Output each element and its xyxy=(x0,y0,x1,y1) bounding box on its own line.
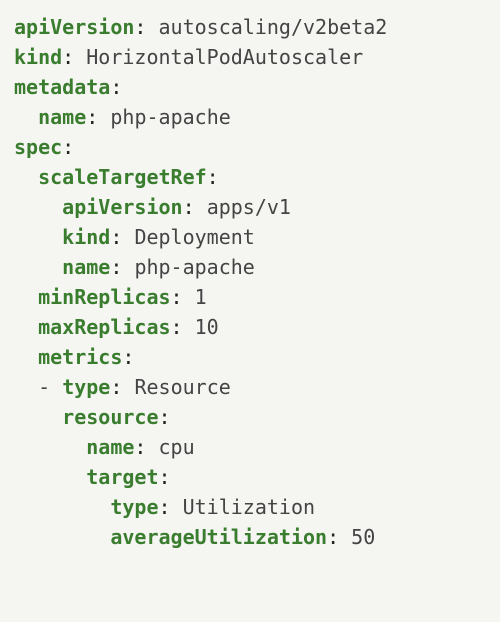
yaml-key: scaleTargetRef xyxy=(38,165,207,189)
yaml-value: cpu xyxy=(159,435,195,459)
yaml-key: type xyxy=(62,375,110,399)
yaml-key: name xyxy=(38,105,86,129)
yaml-value: php-apache xyxy=(134,255,254,279)
yaml-line: averageUtilization: 50 xyxy=(14,522,486,552)
yaml-value: Resource xyxy=(134,375,230,399)
yaml-line: target: xyxy=(14,462,486,492)
yaml-value: 10 xyxy=(195,315,219,339)
yaml-line: scaleTargetRef: xyxy=(14,162,486,192)
yaml-value: autoscaling/v2beta2 xyxy=(159,15,388,39)
yaml-key: type xyxy=(110,495,158,519)
yaml-key: name xyxy=(62,255,110,279)
yaml-line: apiVersion: autoscaling/v2beta2 xyxy=(14,12,486,42)
yaml-line: kind: HorizontalPodAutoscaler xyxy=(14,42,486,72)
yaml-value: php-apache xyxy=(110,105,230,129)
yaml-key: minReplicas xyxy=(38,285,170,309)
yaml-line: kind: Deployment xyxy=(14,222,486,252)
yaml-line: apiVersion: apps/v1 xyxy=(14,192,486,222)
yaml-dash: - xyxy=(38,375,50,399)
yaml-value: Utilization xyxy=(183,495,315,519)
yaml-line: metadata: xyxy=(14,72,486,102)
yaml-value: 1 xyxy=(195,285,207,309)
yaml-line: name: php-apache xyxy=(14,252,486,282)
yaml-value: 50 xyxy=(351,525,375,549)
yaml-code-block: apiVersion: autoscaling/v2beta2kind: Hor… xyxy=(14,12,486,552)
yaml-key: maxReplicas xyxy=(38,315,170,339)
yaml-key: metrics xyxy=(38,345,122,369)
yaml-key: name xyxy=(86,435,134,459)
yaml-line: minReplicas: 1 xyxy=(14,282,486,312)
yaml-line: name: cpu xyxy=(14,432,486,462)
yaml-line: type: Utilization xyxy=(14,492,486,522)
yaml-value: Deployment xyxy=(134,225,254,249)
yaml-key: apiVersion xyxy=(14,15,134,39)
yaml-key: averageUtilization xyxy=(110,525,327,549)
yaml-line: spec: xyxy=(14,132,486,162)
yaml-key: kind xyxy=(62,225,110,249)
yaml-key: apiVersion xyxy=(62,195,182,219)
yaml-line: metrics: xyxy=(14,342,486,372)
yaml-line: name: php-apache xyxy=(14,102,486,132)
yaml-key: metadata xyxy=(14,75,110,99)
yaml-value: HorizontalPodAutoscaler xyxy=(86,45,363,69)
yaml-value: apps/v1 xyxy=(207,195,291,219)
yaml-key: resource xyxy=(62,405,158,429)
yaml-line: maxReplicas: 10 xyxy=(14,312,486,342)
yaml-line: - type: Resource xyxy=(14,372,486,402)
yaml-key: target xyxy=(86,465,158,489)
yaml-line: resource: xyxy=(14,402,486,432)
yaml-key: kind xyxy=(14,45,62,69)
yaml-key: spec xyxy=(14,135,62,159)
